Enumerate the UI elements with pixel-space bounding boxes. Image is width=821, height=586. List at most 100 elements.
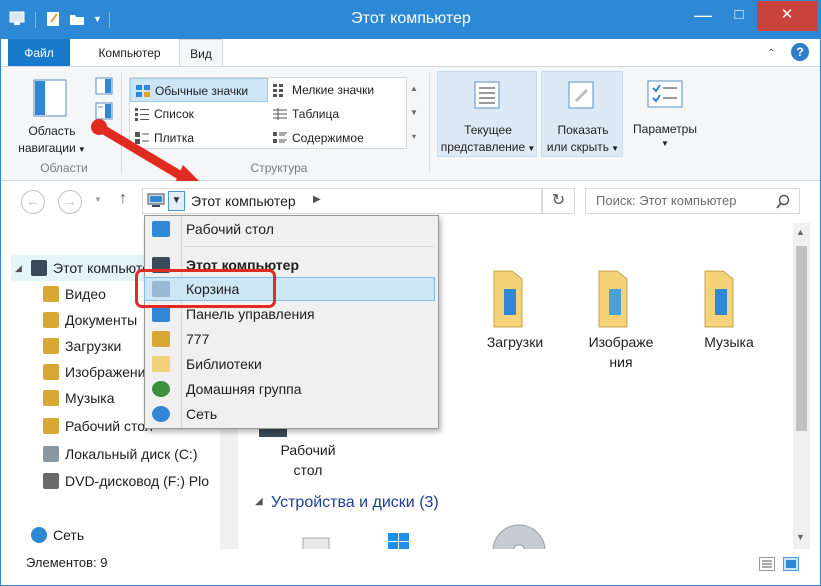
- nav-item[interactable]: Локальный диск (C:): [11, 441, 219, 467]
- tab-view[interactable]: Вид: [179, 39, 223, 67]
- current-view-button[interactable]: Текущее представление ▼: [437, 71, 537, 157]
- navigation-pane-button[interactable]: Область навигации ▼: [9, 73, 87, 159]
- content-view-icon: [273, 132, 287, 143]
- dropdown-item[interactable]: Домашняя группа: [146, 377, 435, 401]
- folder-label[interactable]: Изображе ния: [581, 332, 661, 372]
- dropdown-item[interactable]: Библиотеки: [146, 352, 435, 376]
- maximize-button[interactable]: □: [721, 1, 757, 31]
- current-view-icon: [474, 81, 500, 109]
- preview-pane-icon[interactable]: [95, 77, 113, 95]
- new-folder-icon[interactable]: [69, 11, 85, 27]
- help-icon[interactable]: ?: [791, 43, 809, 61]
- small-icons-icon: [273, 84, 283, 97]
- dropdown-item[interactable]: Сеть: [146, 402, 435, 426]
- properties-icon[interactable]: [45, 11, 61, 27]
- forward-button[interactable]: →: [58, 190, 82, 214]
- computer-icon: [147, 193, 165, 207]
- scroll-down-icon[interactable]: ▼: [796, 532, 805, 542]
- tab-computer[interactable]: Компьютер: [82, 39, 177, 67]
- minimize-button[interactable]: —: [685, 1, 721, 31]
- nav-item-label: Локальный диск (C:): [65, 446, 198, 462]
- location-icon: [152, 306, 170, 322]
- scroll-up-icon[interactable]: ▲: [796, 227, 805, 237]
- folder-label[interactable]: Музыка: [689, 332, 769, 352]
- show-hide-button[interactable]: Показать или скрыть ▼: [541, 71, 623, 157]
- section-devices-title[interactable]: Устройства и диски (3): [271, 494, 439, 512]
- options-button[interactable]: Параметры ▼: [625, 71, 705, 157]
- layout-small-icons[interactable]: Мелкие значки: [268, 78, 406, 102]
- address-bar[interactable]: Этот компьютер ▶: [142, 188, 542, 214]
- dvd-disc-icon[interactable]: [491, 521, 547, 551]
- address-chevron-icon[interactable]: ▶: [313, 194, 321, 205]
- collapse-section-icon[interactable]: ◢: [255, 496, 263, 507]
- dropdown-item-label: Сеть: [186, 406, 218, 422]
- layout-item-label: Таблица: [292, 107, 340, 121]
- recent-locations-icon[interactable]: ▼: [94, 195, 102, 204]
- downloads-folder-icon[interactable]: [488, 269, 528, 329]
- downloads-folder-icon: [43, 338, 59, 354]
- current-view-label: Текущее: [464, 123, 512, 137]
- address-dropdown-button[interactable]: ▼: [168, 191, 185, 211]
- nav-item-label: Загрузки: [65, 338, 122, 354]
- minimize-ribbon-icon[interactable]: ⌃: [767, 48, 775, 59]
- navigation-pane-icon: [33, 79, 67, 117]
- pictures-folder-icon: [43, 364, 59, 380]
- folder-label[interactable]: Загрузки: [475, 332, 555, 352]
- tab-file[interactable]: Файл: [8, 39, 70, 67]
- nav-item-label: Сеть: [53, 527, 85, 543]
- quick-access-separator: [35, 12, 36, 28]
- refresh-button[interactable]: ↻: [542, 188, 575, 214]
- scrollbar-thumb[interactable]: [796, 246, 807, 431]
- layout-gallery-scroll[interactable]: ▲ ▼ ▾: [408, 77, 420, 149]
- dropdown-item-label: Домашняя группа: [186, 381, 302, 397]
- layout-details[interactable]: Таблица: [268, 102, 406, 126]
- computer-icon: [31, 260, 47, 276]
- details-view-toggle-icon[interactable]: [759, 557, 775, 571]
- pictures-folder-icon[interactable]: [593, 269, 633, 329]
- dvd-drive-icon: [43, 473, 59, 489]
- layout-item-label: Обычные значки: [155, 84, 249, 98]
- details-view-icon: [273, 108, 287, 120]
- nav-item[interactable]: Сеть: [11, 522, 219, 548]
- large-icons-toggle-icon[interactable]: [783, 557, 799, 571]
- nav-item-label: Музыка: [65, 390, 115, 406]
- explorer-window: ▼ Этот компьютер — □ ✕ Файл Компьютер Ви…: [0, 0, 821, 586]
- drive-icon[interactable]: [301, 536, 333, 550]
- ribbon-tabs: Файл Компьютер Вид ⌃ ?: [1, 39, 820, 67]
- dropdown-item[interactable]: Рабочий стол: [146, 217, 435, 241]
- show-hide-label-2: или скрыть ▼: [546, 140, 620, 154]
- computer-icon[interactable]: [9, 11, 25, 27]
- options-dropdown-icon: ▼: [661, 139, 669, 148]
- items-count: Элементов: 9: [26, 555, 108, 570]
- up-button[interactable]: ↑: [119, 190, 127, 208]
- music-folder-icon[interactable]: [699, 269, 739, 329]
- layout-item-label: Содержимое: [292, 131, 364, 145]
- close-button[interactable]: ✕: [757, 1, 817, 31]
- dropdown-item[interactable]: 777: [146, 327, 435, 351]
- dropdown-item-label: Библиотеки: [186, 356, 262, 372]
- search-input[interactable]: Поиск: Этот компьютер: [585, 188, 800, 214]
- show-hide-icon: [568, 81, 594, 109]
- dropdown-item-label: 777: [186, 331, 210, 347]
- layout-content[interactable]: Содержимое: [268, 126, 406, 150]
- search-icon[interactable]: [775, 194, 791, 210]
- layout-large-icons[interactable]: Обычные значки: [130, 78, 268, 102]
- dropdown-item-label: Рабочий стол: [186, 221, 274, 237]
- nav-item-label: Рабочий стол: [65, 418, 153, 434]
- location-icon: [152, 356, 170, 372]
- back-button[interactable]: ←: [21, 190, 45, 214]
- nav-item-label: Изображения: [65, 364, 153, 380]
- windows-drive-icon[interactable]: [386, 531, 412, 551]
- desktop-folder-label[interactable]: Рабочий стол: [263, 440, 353, 480]
- large-icons-icon: [136, 85, 150, 97]
- customize-quick-access-icon[interactable]: ▼: [93, 11, 109, 27]
- nav-item[interactable]: DVD-дисковод (F:) Plo: [11, 468, 219, 494]
- address-path[interactable]: Этот компьютер: [191, 193, 296, 209]
- local-disk-icon: [43, 446, 59, 462]
- window-title: Этот компьютер: [351, 10, 471, 27]
- options-icon: [647, 80, 683, 108]
- nav-item-label: Документы: [65, 312, 138, 328]
- expand-chevron-icon[interactable]: ◢: [15, 255, 22, 281]
- layout-item-label: Мелкие значки: [292, 83, 375, 97]
- menu-separator: [184, 246, 434, 247]
